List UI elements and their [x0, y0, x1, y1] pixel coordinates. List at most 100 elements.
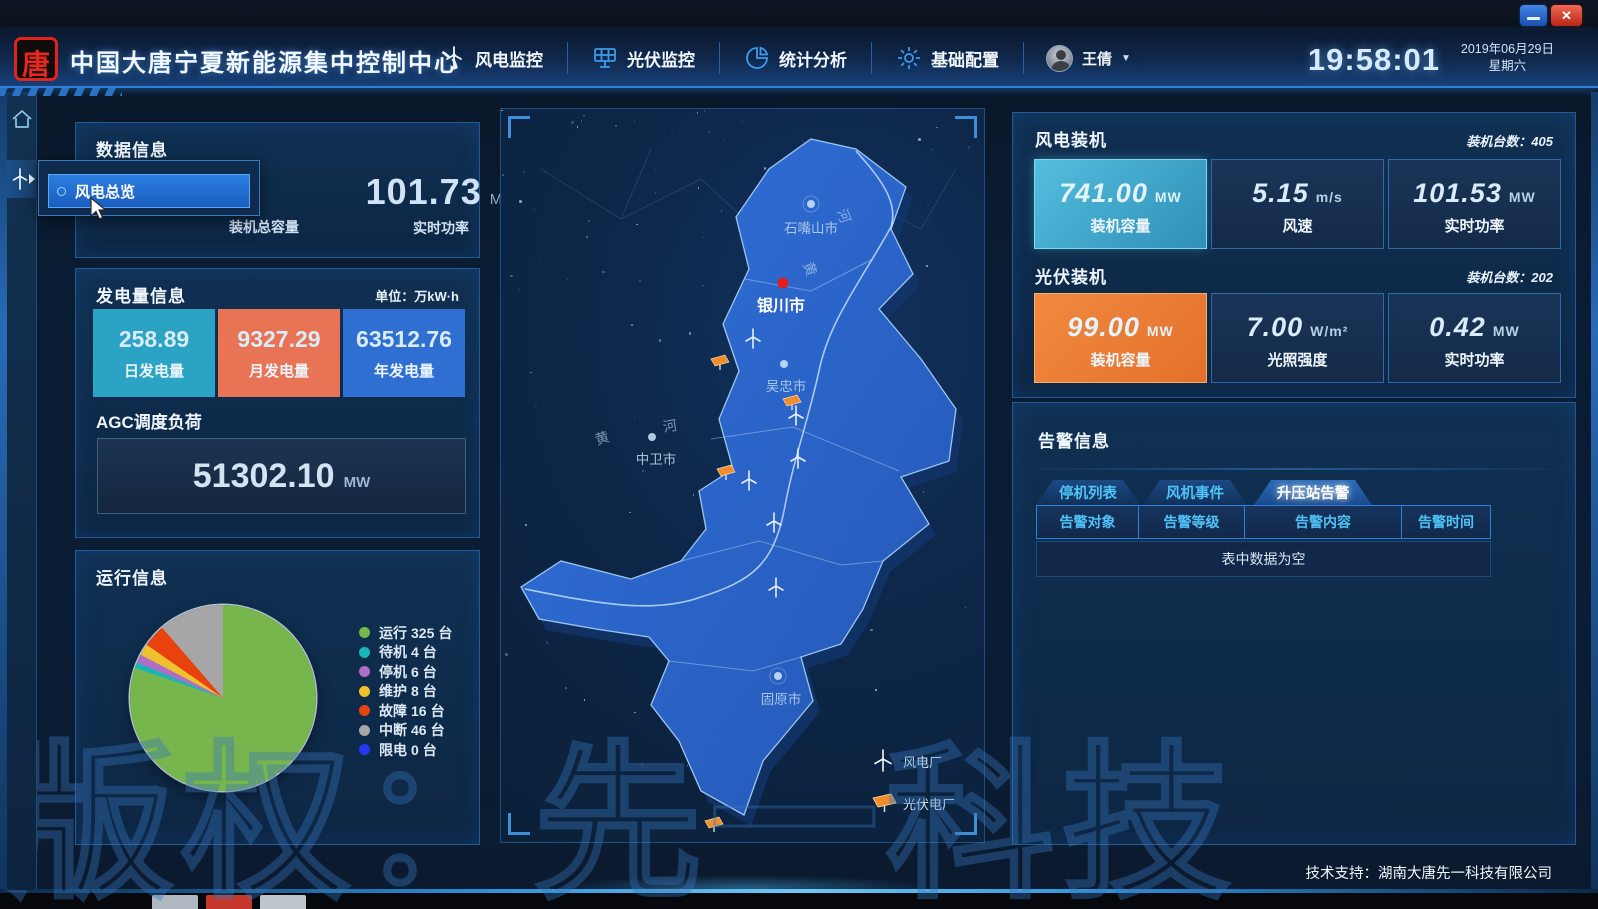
city-label-wuzhong[interactable]: 吴忠市: [766, 378, 807, 394]
nav-statistics[interactable]: 统计分析: [719, 42, 871, 74]
logo-character: 唐: [17, 43, 55, 83]
city-label-zhongwei[interactable]: 中卫市: [636, 451, 677, 467]
legend-dot: [359, 647, 370, 658]
legend-dot: [359, 744, 370, 755]
legend-item: 故障16台: [359, 701, 456, 721]
clock: 19:58:01: [1308, 42, 1440, 78]
os-taskbar[interactable]: [0, 893, 1598, 909]
minimize-button[interactable]: [1520, 5, 1547, 26]
legend-item: 限电0台: [359, 740, 456, 760]
legend-item: 停机6台: [359, 662, 456, 682]
river-label: 河: [662, 417, 679, 435]
install-info-panel: 风电装机 装机台数：405 741.00MW 装机容量 5.15m/s 风速 1…: [1012, 112, 1576, 398]
corner-bracket: [955, 116, 977, 138]
date-text: 2019年06月29日: [1461, 41, 1554, 58]
river-label: 黄: [593, 428, 611, 448]
dashboard-root: ✕ 唐 中国大唐宁夏新能源集中控制中心 风电监控: [0, 0, 1598, 909]
nav-label: 统计分析: [779, 46, 847, 71]
pv-section-title: 光伏装机: [1035, 263, 1107, 288]
generation-panel: 发电量信息 单位：万kW·h 258.89 日发电量 9327.29 月发电量 …: [75, 268, 480, 538]
main-nav: 风电监控 光伏监控 统计分析: [418, 30, 1153, 86]
nav-pv-monitoring[interactable]: 光伏监控: [567, 42, 719, 74]
legend-dot: [359, 627, 370, 638]
col-alarm-time[interactable]: 告警时间: [1401, 505, 1491, 539]
left-sidebar: [7, 92, 37, 890]
pie-chart-icon: [744, 45, 770, 71]
city-label-yinchuan[interactable]: 银川市: [757, 296, 805, 315]
pv-power-card[interactable]: 0.42MW 实时功率: [1388, 293, 1561, 383]
col-alarm-level[interactable]: 告警等级: [1138, 505, 1245, 539]
legend-wind-label: 风电厂: [903, 755, 942, 770]
alarm-title: 告警信息: [1038, 427, 1110, 452]
city-dot[interactable]: [807, 200, 815, 208]
flyout-item-wind-overview[interactable]: 风电总览: [48, 174, 250, 208]
city-dot[interactable]: [774, 672, 782, 680]
agc-load-box: 51302.10MW: [97, 438, 466, 514]
card-label: 日发电量: [93, 360, 215, 381]
wind-capacity-card[interactable]: 741.00MW 装机容量: [1034, 159, 1207, 249]
panel-title: 发电量信息: [96, 282, 186, 307]
legend-dot: [359, 705, 370, 716]
corner-bracket: [508, 116, 530, 138]
app-header: 唐 中国大唐宁夏新能源集中控制中心 风电监控 光伏监控: [0, 30, 1598, 88]
divider: [1013, 468, 1575, 470]
card-label: 月发电量: [218, 360, 340, 381]
user-avatar: [1046, 45, 1073, 72]
card-value: 9327.29: [218, 326, 340, 353]
legend-dot: [359, 666, 370, 677]
pv-capacity-card[interactable]: 99.00MW 装机容量: [1034, 293, 1207, 383]
taskbar-app[interactable]: [260, 895, 306, 909]
sidebar-item-home[interactable]: [9, 106, 35, 132]
nav-wind-monitoring[interactable]: 风电监控: [418, 42, 567, 74]
wind-section-title: 风电装机: [1035, 126, 1107, 151]
operation-pie-chart[interactable]: [130, 605, 316, 791]
city-dot[interactable]: [780, 360, 788, 368]
col-alarm-content[interactable]: 告警内容: [1244, 505, 1402, 539]
legend-item: 待机4台: [359, 643, 456, 663]
alarm-table-header: 告警对象 告警等级 告警内容 告警时间: [1036, 505, 1491, 539]
city-label-shizuishan[interactable]: 石嘴山市: [784, 220, 838, 236]
app-title: 中国大唐宁夏新能源集中控制中心: [70, 43, 460, 78]
tab-stop-list[interactable]: 停机列表: [1036, 480, 1140, 505]
wind-flyout-menu: 风电总览: [38, 160, 260, 216]
close-button[interactable]: ✕: [1551, 5, 1582, 26]
agc-unit: MW: [344, 474, 371, 491]
wind-speed-card[interactable]: 5.15m/s 风速: [1211, 159, 1384, 249]
gear-icon: [896, 45, 922, 71]
tab-turbine-events[interactable]: 风机事件: [1143, 480, 1247, 505]
nav-base-config[interactable]: 基础配置: [871, 42, 1023, 74]
realtime-power-label: 实时功率: [361, 218, 521, 238]
solar-panel-icon[interactable]: [711, 355, 729, 370]
panel-title: 数据信息: [96, 136, 168, 161]
tab-substation-alarms[interactable]: 升压站告警: [1254, 480, 1372, 505]
capital-dot[interactable]: [778, 278, 789, 289]
solar-panel-icon[interactable]: [705, 817, 723, 832]
home-icon: [9, 106, 35, 132]
yearly-generation-card: 63512.76 年发电量: [343, 309, 465, 397]
flyout-arrow-icon: [29, 174, 35, 184]
ningxia-province-shape[interactable]: [521, 139, 956, 815]
taskbar-app[interactable]: [206, 895, 252, 909]
solar-panel-icon: [873, 794, 896, 812]
wind-power-card[interactable]: 101.53MW 实时功率: [1388, 159, 1561, 249]
user-menu[interactable]: 王倩 ▼: [1023, 42, 1153, 74]
panel-title: 运行信息: [96, 564, 168, 589]
col-alarm-object[interactable]: 告警对象: [1036, 505, 1139, 539]
daily-generation-card: 258.89 日发电量: [93, 309, 215, 397]
mouse-cursor-icon: [87, 197, 109, 223]
legend-item: 维护8台: [359, 682, 456, 702]
city-dot[interactable]: [648, 433, 656, 441]
taskbar-app[interactable]: [152, 895, 198, 909]
weekday-text: 星期六: [1461, 58, 1554, 75]
map-panel: 黄 河 黄 河 石嘴山市 银川市 吴忠市 中卫市 固原市: [500, 108, 985, 843]
ningxia-map[interactable]: 黄 河 黄 河 石嘴山市 银川市 吴忠市 中卫市 固原市: [501, 109, 985, 843]
legend-solar-label: 光伏电厂: [903, 797, 955, 812]
card-value: 63512.76: [343, 326, 465, 353]
card-label: 年发电量: [343, 360, 465, 381]
monthly-generation-card: 9327.29 月发电量: [218, 309, 340, 397]
sidebar-item-wind[interactable]: [7, 160, 37, 198]
wind-turbine-icon: [442, 45, 466, 71]
city-label-guyuan[interactable]: 固原市: [761, 691, 802, 707]
pv-irradiance-card[interactable]: 7.00W/m² 光照强度: [1211, 293, 1384, 383]
pie-legend: 运行325台 待机4台 停机6台 维护8台 故障16台 中断46台 限电0台: [359, 623, 456, 760]
